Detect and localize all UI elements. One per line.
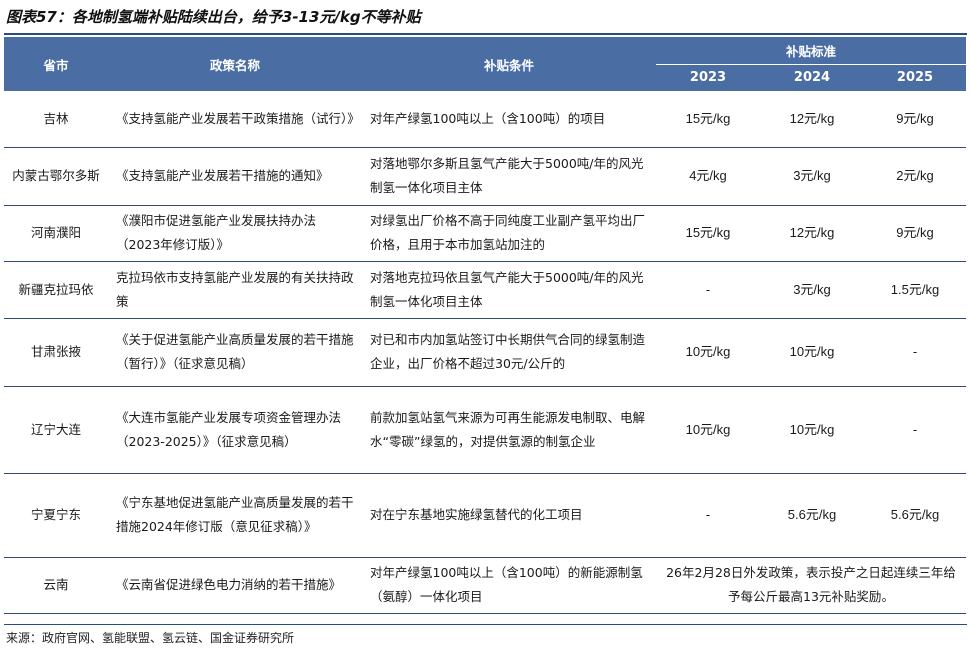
cell-condition: 对落地鄂尔多斯且氢气产能大于5000吨/年的风光制氢一体化项目主体 [362, 147, 656, 206]
cell-condition: 对绿氢出厂价格不高于同纯度工业副产氢平均出厂价格，且用于本市加氢站加注的 [362, 205, 656, 262]
header-condition: 补贴条件 [362, 37, 656, 91]
cell-2024: 10元/kg [760, 318, 864, 387]
cell-2024: 3元/kg [760, 147, 864, 206]
cell-2024: 12元/kg [760, 205, 864, 262]
cell-2025: - [864, 386, 966, 474]
table-row: 辽宁大连 《大连市氢能产业发展专项资金管理办法（2023-2025）》（征求意见… [4, 386, 966, 474]
header-policy: 政策名称 [108, 37, 362, 91]
cell-policy: 《关于促进氢能产业高质量发展的若干措施（暂行）》（征求意见稿） [108, 318, 362, 387]
header-2025: 2025 [864, 64, 966, 91]
cell-condition: 对年产绿氢100吨以上（含100吨）的新能源制氢（氨醇）一体化项目 [362, 557, 656, 614]
cell-policy: 《宁东基地促进氢能产业高质量发展的若干措施2024年修订版（意见征求稿）》 [108, 473, 362, 558]
cell-2025: 9元/kg [864, 205, 966, 262]
cell-2023: 15元/kg [656, 91, 760, 148]
cell-merged-standard: 26年2月28日外发政策，表示投产之日起连续三年给予每公斤最高13元补贴奖励。 [656, 557, 966, 614]
cell-condition: 对已和市内加氢站签订中长期供气合同的绿氢制造企业，出厂价格不超过30元/公斤的 [362, 318, 656, 387]
header-province: 省市 [4, 37, 108, 91]
header-standard: 补贴标准 [656, 37, 966, 65]
cell-2024: 5.6元/kg [760, 473, 864, 558]
cell-2023: 4元/kg [656, 147, 760, 206]
cell-2024: 12元/kg [760, 91, 864, 148]
cell-condition: 对落地克拉玛依且氢气产能大于5000吨/年的风光制氢一体化项目主体 [362, 261, 656, 319]
table-row: 新疆克拉玛依 克拉玛依市支持氢能产业发展的有关扶持政策 对落地克拉玛依且氢气产能… [4, 261, 966, 319]
cell-2023: - [656, 261, 760, 319]
table-row: 河南濮阳 《濮阳市促进氢能产业发展扶持办法（2023年修订版）》 对绿氢出厂价格… [4, 205, 966, 262]
cell-province: 吉林 [4, 91, 108, 148]
table-row: 云南 《云南省促进绿色电力消纳的若干措施》 对年产绿氢100吨以上（含100吨）… [4, 557, 966, 614]
cell-condition: 对在宁东基地实施绿氢替代的化工项目 [362, 473, 656, 558]
cell-2023: - [656, 473, 760, 558]
cell-policy: 《大连市氢能产业发展专项资金管理办法（2023-2025）》（征求意见稿） [108, 386, 362, 474]
cell-policy: 克拉玛依市支持氢能产业发展的有关扶持政策 [108, 261, 362, 319]
table-row: 吉林 《支持氢能产业发展若干政策措施（试行）》 对年产绿氢100吨以上（含100… [4, 91, 966, 148]
cell-condition: 对年产绿氢100吨以上（含100吨）的项目 [362, 91, 656, 148]
cell-province: 甘肃张掖 [4, 318, 108, 387]
cell-2025: 1.5元/kg [864, 261, 966, 319]
cell-2024: 10元/kg [760, 386, 864, 474]
cell-policy: 《云南省促进绿色电力消纳的若干措施》 [108, 557, 362, 614]
cell-2025: - [864, 318, 966, 387]
source-note: 来源：政府官网、氢能联盟、氢云链、国金证券研究所 [6, 631, 295, 645]
cell-province: 辽宁大连 [4, 386, 108, 474]
figure-title: 图表57：各地制氢端补贴陆续出台，给予3-13元/kg不等补贴 [6, 8, 421, 26]
cell-2025: 2元/kg [864, 147, 966, 206]
cell-2025: 5.6元/kg [864, 473, 966, 558]
cell-policy: 《支持氢能产业发展若干措施的通知》 [108, 147, 362, 206]
header-2023: 2023 [656, 64, 760, 91]
cell-2025: 9元/kg [864, 91, 966, 148]
header-2024: 2024 [760, 64, 864, 91]
cell-condition: 前款加氢站氢气来源为可再生能源发电制取、电解水“零碳”绿氢的，对提供氢源的制氢企… [362, 386, 656, 474]
cell-province: 新疆克拉玛依 [4, 261, 108, 319]
table-row: 甘肃张掖 《关于促进氢能产业高质量发展的若干措施（暂行）》（征求意见稿） 对已和… [4, 318, 966, 387]
cell-policy: 《支持氢能产业发展若干政策措施（试行）》 [108, 91, 362, 148]
table-row: 宁夏宁东 《宁东基地促进氢能产业高质量发展的若干措施2024年修订版（意见征求稿… [4, 473, 966, 558]
cell-province: 云南 [4, 557, 108, 614]
cell-2024: 3元/kg [760, 261, 864, 319]
cell-province: 内蒙古鄂尔多斯 [4, 147, 108, 206]
cell-province: 河南濮阳 [4, 205, 108, 262]
cell-2023: 15元/kg [656, 205, 760, 262]
subsidy-table: 省市 政策名称 补贴条件 补贴标准 2023 2024 2025 吉林 《支持氢… [4, 37, 966, 614]
table-bottom-divider [4, 624, 967, 625]
cell-2023: 10元/kg [656, 386, 760, 474]
cell-policy: 《濮阳市促进氢能产业发展扶持办法（2023年修订版）》 [108, 205, 362, 262]
cell-province: 宁夏宁东 [4, 473, 108, 558]
cell-2023: 10元/kg [656, 318, 760, 387]
title-divider [4, 33, 967, 35]
table-row: 内蒙古鄂尔多斯 《支持氢能产业发展若干措施的通知》 对落地鄂尔多斯且氢气产能大于… [4, 147, 966, 206]
